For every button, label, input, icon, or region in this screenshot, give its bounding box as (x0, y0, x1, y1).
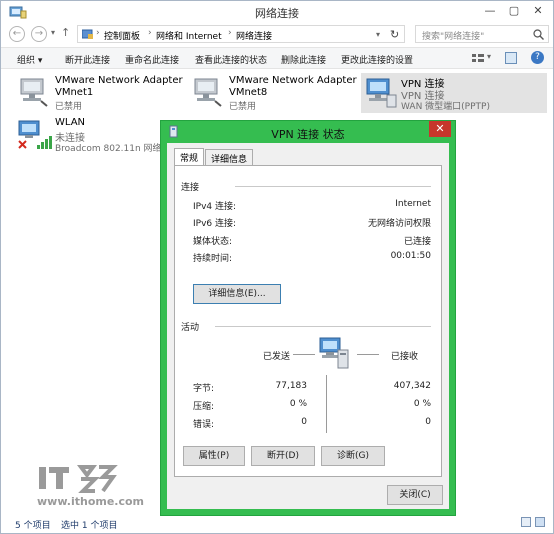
errors-sent: 0 (301, 417, 307, 427)
search-icon[interactable] (533, 29, 544, 40)
general-tab-panel: 连接 IPv4 连接: Internet IPv6 连接: 无网络访问权限 媒体… (174, 165, 442, 477)
control-panel-icon (82, 29, 93, 39)
bytes-label: 字节: (193, 384, 215, 394)
view-status-command[interactable]: 查看此连接的状态 (195, 53, 267, 66)
breadcrumb-separator-icon: › (148, 28, 152, 38)
refresh-icon[interactable]: ↻ (390, 28, 399, 41)
activity-divider (326, 375, 327, 433)
sent-label: 已发送 (263, 352, 291, 362)
adapter-device: VMnet8 (229, 87, 268, 98)
delete-command[interactable]: 删除此连接 (281, 53, 326, 66)
minimize-button[interactable]: — (479, 3, 501, 19)
recent-chevron-icon[interactable]: ▾ (51, 28, 55, 37)
properties-button[interactable]: 属性(P) (183, 446, 245, 466)
back-button[interactable]: ← (9, 26, 25, 42)
dialog-close-button[interactable]: ✕ (429, 121, 451, 137)
network-adapter-icon (194, 78, 222, 107)
tab-details[interactable]: 详细信息 (205, 149, 254, 165)
duration-label: 持续时间: (193, 254, 233, 264)
bytes-received: 407,342 (393, 381, 431, 391)
close-window-button[interactable]: ✕ (527, 3, 549, 19)
media-state-value: 已连接 (403, 237, 431, 247)
adapter-vmnet8[interactable]: VMware Network Adapter VMnet8 已禁用 (189, 73, 359, 113)
activity-section-title: 活动 (181, 323, 200, 333)
adapter-status: WAN 微型端口(PPTP) (401, 102, 490, 112)
item-count: 5 个项目 (15, 521, 51, 531)
adapter-wlan[interactable]: WLAN 未连接 Broadcom 802.11n 网络适配 (15, 115, 180, 155)
close-button[interactable]: 关闭(C) (387, 485, 443, 505)
help-icon[interactable]: ? (531, 51, 544, 64)
organize-menu[interactable]: 组织 ▾ (17, 53, 42, 66)
compression-received: 0 % (413, 399, 431, 409)
rename-command[interactable]: 重命名此连接 (125, 53, 179, 66)
compression-label: 压缩: (193, 402, 215, 412)
dialog-body: 常规 详细信息 连接 IPv4 连接: Internet IPv6 连接: 无网… (167, 143, 449, 509)
adapter-name: WLAN (55, 117, 86, 128)
wireless-adapter-icon (18, 120, 52, 149)
disconnect-button[interactable]: 断开(D) (251, 446, 315, 466)
disconnect-command[interactable]: 断开此连接 (65, 53, 110, 66)
adapter-status: 已禁用 (55, 102, 83, 112)
status-bar: 5 个项目 选中 1 个项目 (1, 513, 553, 533)
errors-label: 错误: (193, 420, 215, 430)
adapter-device: VMnet1 (55, 87, 94, 98)
duration-value: 00:01:50 (390, 251, 431, 261)
tab-general[interactable]: 常规 (174, 148, 205, 166)
details-button[interactable]: 详细信息(E)... (193, 284, 281, 304)
change-settings-command[interactable]: 更改此连接的设置 (341, 53, 413, 66)
address-bar[interactable]: › 控制面板 › 网络和 Internet › 网络连接 ▾ ↻ (77, 25, 405, 43)
received-dash (357, 354, 379, 355)
adapter-vpn[interactable]: VPN 连接 VPN 连接 WAN 微型端口(PPTP) (361, 73, 547, 113)
sent-dash (293, 354, 315, 355)
breadcrumb-network-internet[interactable]: 网络和 Internet (156, 29, 222, 42)
compression-sent: 0 % (289, 399, 307, 409)
adapter-vmnet1[interactable]: VMware Network Adapter VMnet1 已禁用 (15, 73, 185, 113)
view-options-icon[interactable] (471, 52, 485, 64)
received-label: 已接收 (391, 352, 419, 362)
breadcrumb-network-connections[interactable]: 网络连接 (236, 29, 272, 42)
details-view-icon[interactable] (521, 517, 531, 527)
section-divider (215, 326, 431, 327)
breadcrumb-control-panel[interactable]: 控制面板 (104, 29, 140, 42)
bytes-sent: 77,183 (275, 381, 308, 391)
adapter-name: VMware Network Adapter (229, 75, 357, 86)
breadcrumb-separator-icon: › (96, 28, 100, 38)
command-bar: 组织 ▾ 断开此连接 重命名此连接 查看此连接的状态 删除此连接 更改此连接的设… (1, 47, 553, 69)
adapter-status: 已禁用 (229, 102, 257, 112)
dialog-title-bar: VPN 连接 状态 ✕ (161, 121, 455, 143)
ipv4-value: Internet (395, 199, 431, 209)
maximize-button[interactable]: ▢ (503, 3, 525, 19)
network-activity-icon (319, 337, 349, 369)
up-arrow-icon[interactable]: ↑ (61, 26, 70, 39)
address-row: ← → ▾ ↑ › 控制面板 › 网络和 Internet › 网络连接 ▾ ↻… (1, 23, 553, 45)
adapter-name: VMware Network Adapter (55, 75, 183, 86)
title-bar: 网络连接 — ▢ ✕ (1, 1, 553, 23)
view-dropdown-icon[interactable]: ▾ (487, 52, 491, 61)
ipv6-value: 无网络访问权限 (367, 219, 431, 229)
media-state-label: 媒体状态: (193, 237, 233, 247)
forward-button[interactable]: → (31, 26, 47, 42)
tiles-view-icon[interactable] (535, 517, 545, 527)
diagnose-button[interactable]: 诊断(G) (321, 446, 385, 466)
selected-count: 选中 1 个项目 (61, 521, 118, 531)
network-adapter-icon (20, 78, 48, 107)
errors-received: 0 (425, 417, 431, 427)
search-placeholder: 搜索"网络连接" (422, 32, 485, 42)
search-input[interactable]: 搜索"网络连接" (415, 25, 549, 43)
connection-section-title: 连接 (181, 183, 200, 193)
ipv4-label: IPv4 连接: (193, 202, 237, 212)
section-divider (235, 186, 431, 187)
vpn-status-dialog: VPN 连接 状态 ✕ 常规 详细信息 连接 IPv4 连接: Internet… (160, 120, 456, 516)
address-dropdown-icon[interactable]: ▾ (376, 30, 380, 39)
dialog-title: VPN 连接 状态 (271, 128, 345, 141)
preview-pane-icon[interactable] (505, 52, 517, 64)
ipv6-label: IPv6 连接: (193, 219, 237, 229)
window-title: 网络连接 (255, 7, 299, 20)
watermark-url: www.ithome.com (37, 495, 145, 508)
vpn-connection-icon (366, 78, 397, 108)
breadcrumb-separator-icon: › (228, 28, 232, 38)
